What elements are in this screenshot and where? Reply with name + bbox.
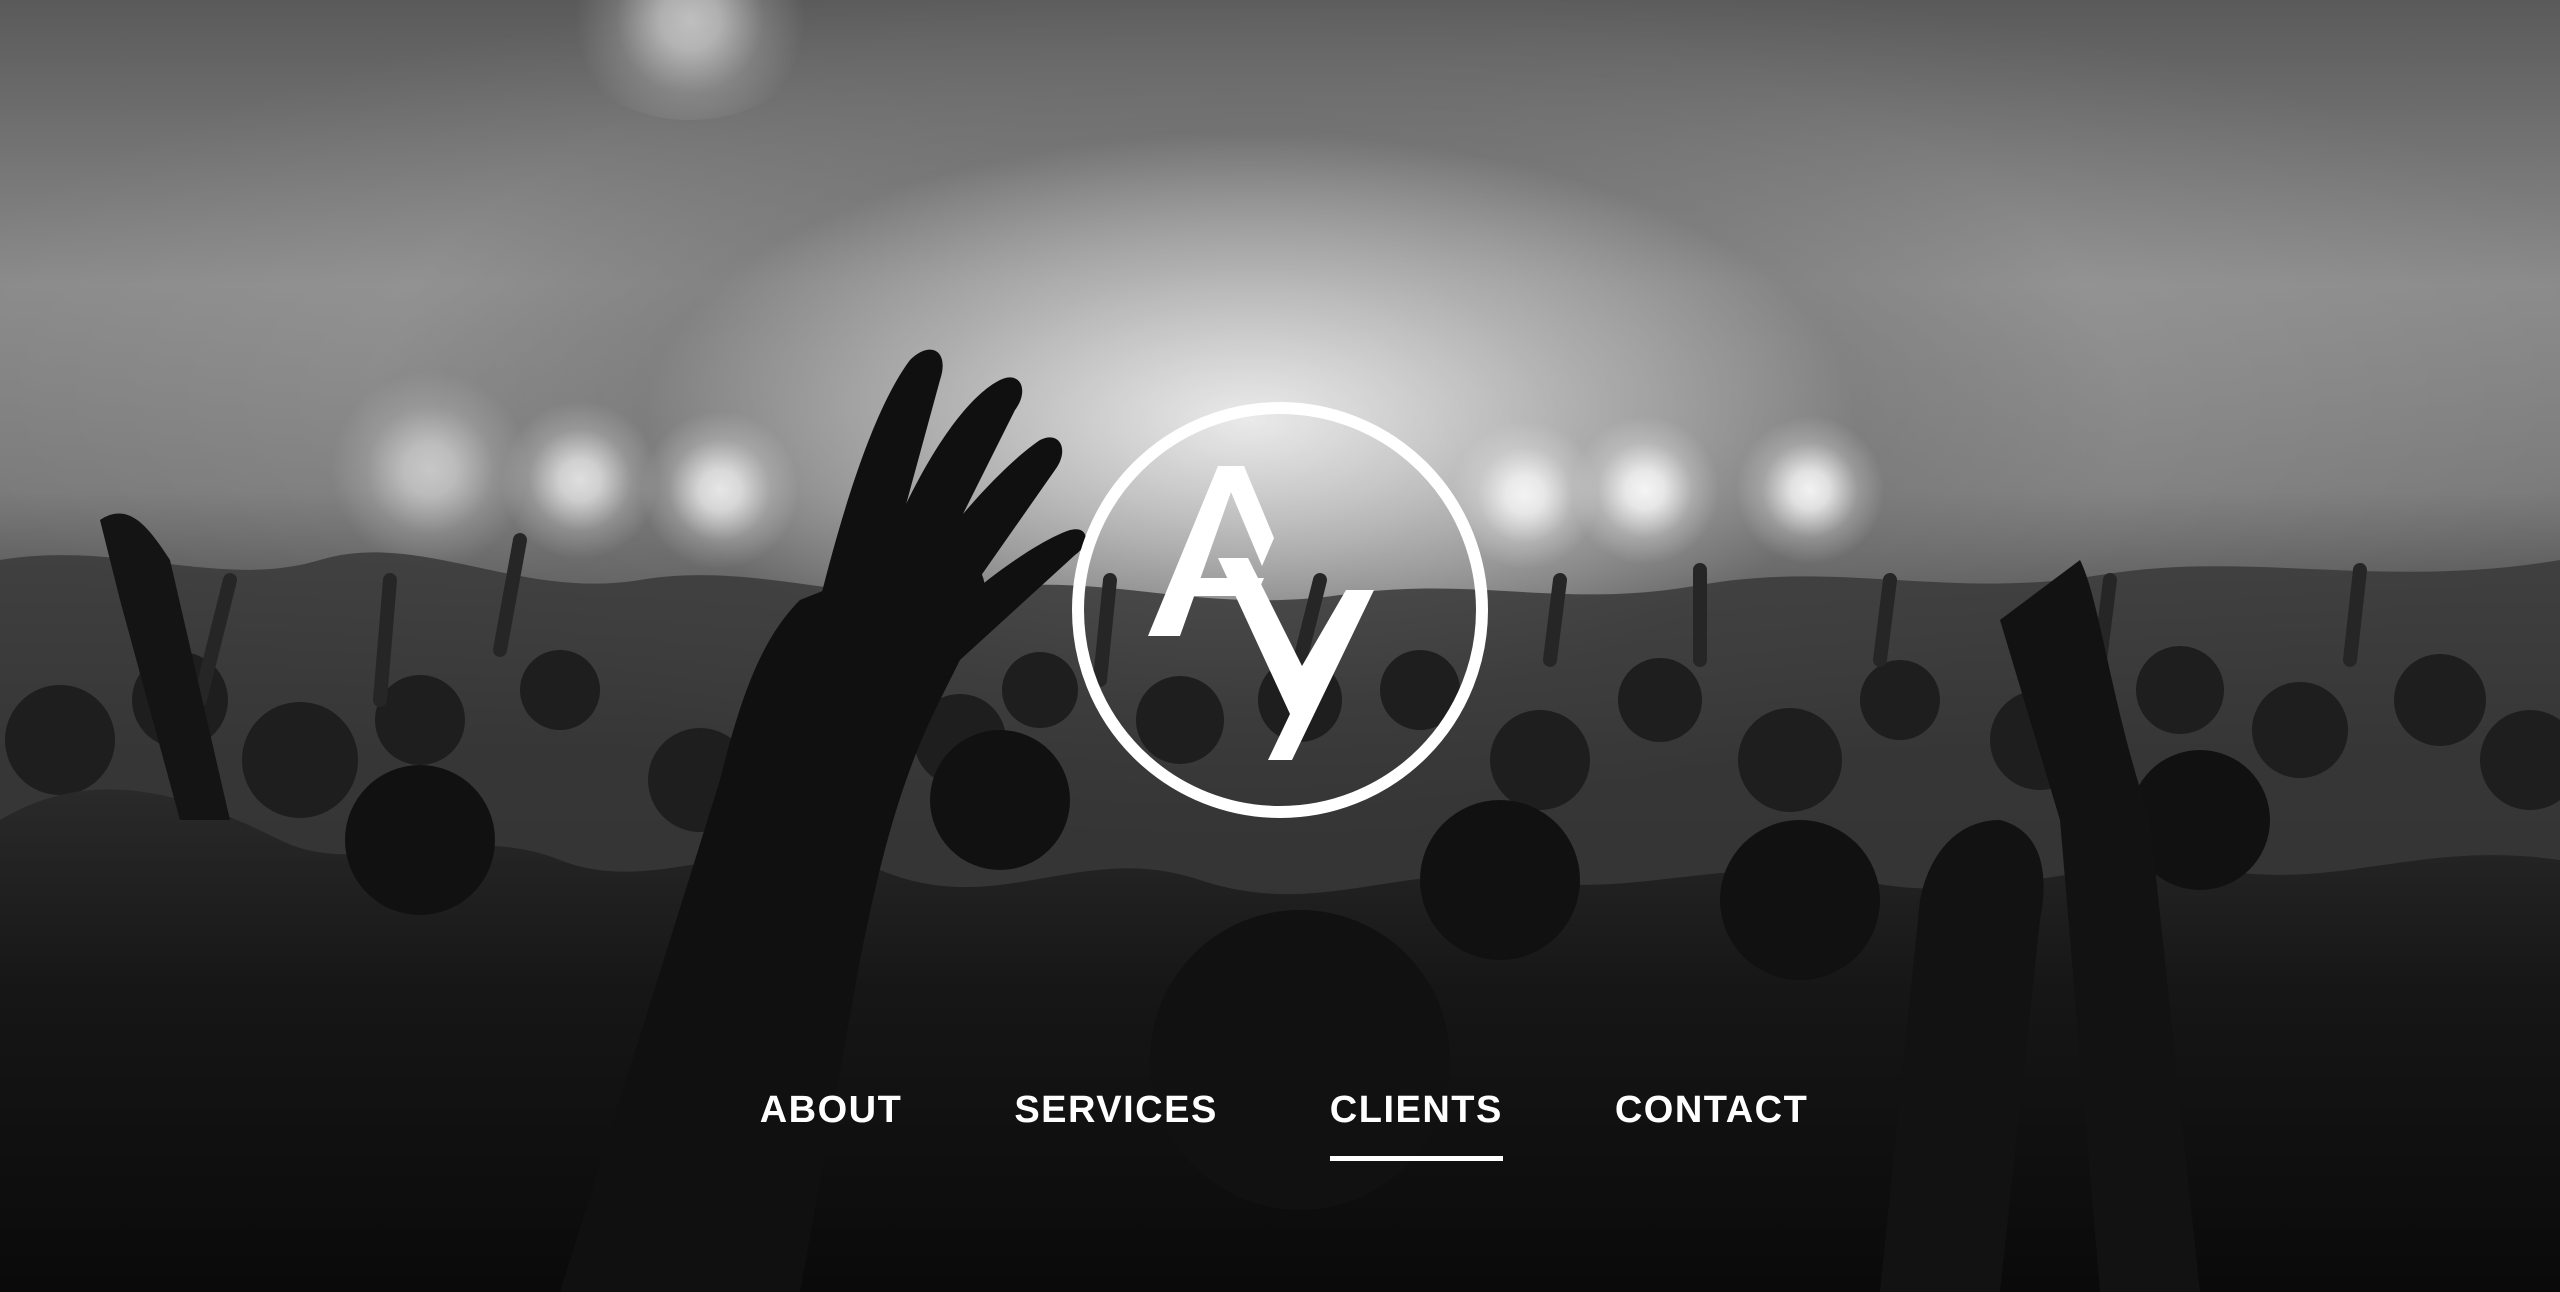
hero-section: ABOUT SERVICES CLIENTS CONTACT (0, 0, 2560, 1292)
nav-item-contact[interactable]: CONTACT (1615, 1082, 1808, 1162)
main-navigation: ABOUT SERVICES CLIENTS CONTACT (0, 1082, 2560, 1162)
nav-item-clients[interactable]: CLIENTS (1329, 1082, 1503, 1162)
ay-monogram-circle-icon (1072, 402, 1488, 818)
nav-item-services[interactable]: SERVICES (1014, 1082, 1217, 1162)
brand-logo[interactable] (1068, 398, 1492, 822)
nav-item-about[interactable]: ABOUT (760, 1082, 903, 1162)
